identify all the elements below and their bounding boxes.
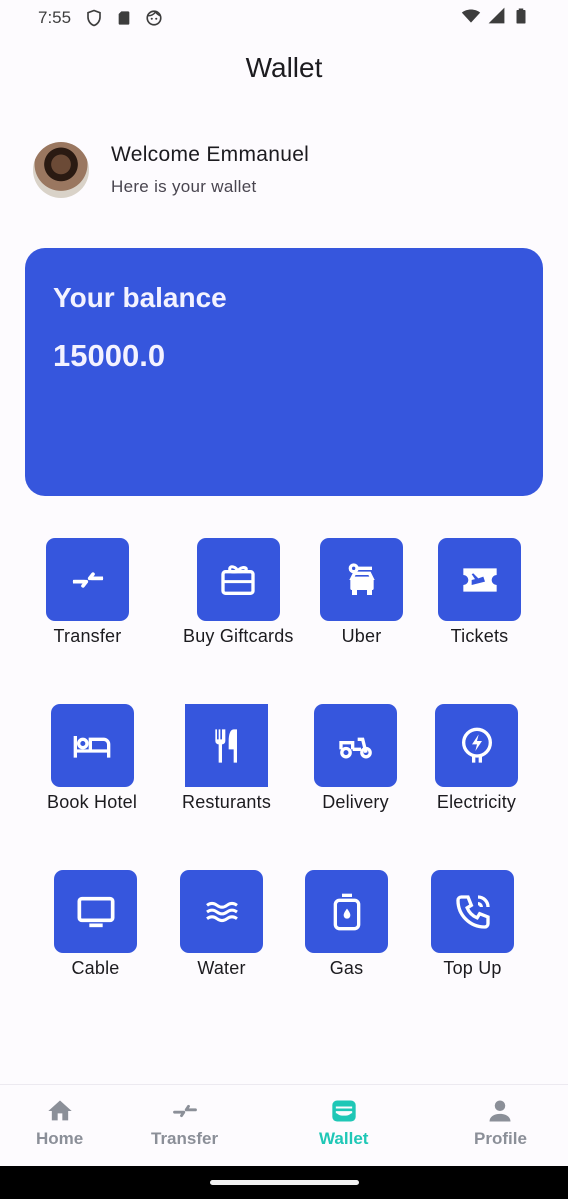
balance-card: Your balance 15000.0	[25, 248, 543, 496]
gesture-handle[interactable]	[210, 1180, 359, 1185]
person-icon	[489, 1100, 511, 1122]
service-electricity[interactable]: Electricity	[435, 704, 518, 813]
service-label: Buy Giftcards	[183, 626, 294, 646]
service-book-hotel[interactable]: Book Hotel	[47, 704, 137, 813]
scooter-icon	[338, 737, 372, 758]
nav-item-transfer[interactable]: Transfer	[151, 1097, 218, 1149]
transfer-arrows-icon	[172, 1104, 197, 1118]
service-tile[interactable]	[196, 538, 280, 621]
status-time: 7:55	[38, 8, 72, 27]
transfer-arrows-icon	[72, 571, 103, 588]
system-navigation-bar	[0, 1166, 568, 1199]
service-tile[interactable]	[314, 704, 397, 787]
shield-icon	[85, 9, 103, 27]
service-tile[interactable]	[180, 870, 263, 953]
balance-label: Your balance	[53, 282, 227, 313]
gas-cylinder-icon	[333, 893, 360, 930]
service-delivery[interactable]: Delivery	[314, 704, 397, 813]
nav-label: Transfer	[151, 1129, 219, 1148]
service-tile[interactable]	[435, 704, 518, 787]
nav-item-home[interactable]: Home	[36, 1097, 83, 1149]
service-tile[interactable]	[431, 870, 514, 953]
service-tile[interactable]	[185, 704, 269, 787]
bottom-navigation: Home Transfer Wallet Profile	[0, 1084, 568, 1166]
service-label: Transfer	[53, 626, 122, 646]
welcome-subtitle: Here is your wallet	[111, 177, 257, 196]
taxi-icon	[348, 562, 375, 595]
service-label: Gas	[329, 958, 364, 978]
flight-ticket-icon	[462, 567, 497, 592]
page-title: Wallet	[245, 52, 323, 83]
status-bar: 7:55	[0, 0, 568, 36]
service-label: Delivery	[322, 792, 389, 812]
service-tile[interactable]	[54, 870, 137, 953]
service-tile[interactable]	[50, 704, 134, 787]
service-buy-giftcards[interactable]: Buy Giftcards	[183, 538, 294, 647]
service-resturants[interactable]: Resturants	[182, 704, 271, 813]
electricity-icon	[461, 727, 492, 763]
nav-item-wallet[interactable]: Wallet	[319, 1097, 368, 1149]
service-gas[interactable]: Gas	[305, 870, 388, 979]
service-label: Top Up	[443, 958, 502, 978]
service-label: Uber	[341, 626, 382, 646]
restaurant-icon	[214, 728, 237, 763]
battery-icon	[512, 6, 530, 31]
service-label: Electricity	[436, 792, 517, 812]
welcome-section: Welcome Emmanuel Here is your wallet	[33, 142, 309, 198]
service-uber[interactable]: Uber	[320, 538, 403, 647]
nav-label: Wallet	[319, 1129, 369, 1148]
service-tile[interactable]	[305, 870, 388, 953]
sd-card-icon	[115, 9, 133, 27]
nav-label: Profile	[474, 1129, 527, 1148]
hotel-bed-icon	[73, 735, 111, 758]
service-label: Cable	[71, 958, 120, 978]
service-water[interactable]: Water	[180, 870, 263, 979]
service-label: Water	[197, 958, 246, 978]
service-tile[interactable]	[46, 538, 129, 621]
face-icon	[145, 9, 163, 27]
phone-call-icon	[455, 894, 490, 929]
service-transfer[interactable]: Transfer	[46, 538, 129, 647]
service-tile[interactable]	[320, 538, 403, 621]
wallet-icon	[332, 1100, 356, 1122]
signal-icon	[487, 6, 506, 30]
nav-label: Home	[36, 1129, 84, 1148]
welcome-greeting: Welcome Emmanuel	[111, 143, 310, 166]
service-label: Tickets	[450, 626, 509, 646]
service-cable[interactable]: Cable	[54, 870, 137, 979]
water-waves-icon	[205, 901, 238, 922]
home-icon	[47, 1100, 72, 1121]
service-tile[interactable]	[438, 538, 521, 621]
balance-amount: 15000.0	[53, 338, 166, 373]
wifi-icon	[461, 6, 481, 31]
service-label: Book Hotel	[47, 792, 138, 812]
nav-item-profile[interactable]: Profile	[474, 1097, 527, 1149]
service-tickets[interactable]: Tickets	[438, 538, 521, 647]
service-label: Resturants	[182, 792, 272, 812]
tv-icon	[77, 896, 114, 927]
avatar[interactable]	[33, 142, 89, 198]
giftcard-icon	[221, 564, 255, 595]
service-top-up[interactable]: Top Up	[431, 870, 514, 979]
